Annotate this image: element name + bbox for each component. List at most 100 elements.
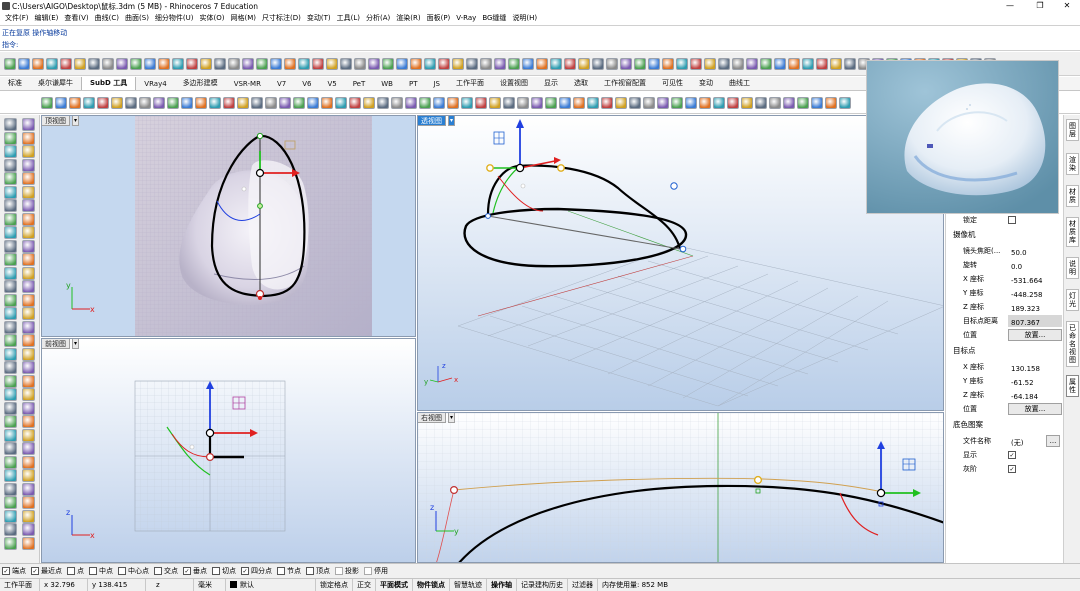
- standard-tool-icon[interactable]: [578, 57, 590, 70]
- standard-tool-icon[interactable]: [788, 57, 800, 70]
- left-tool-icon[interactable]: [22, 145, 35, 158]
- grayscale-checkbox[interactable]: ✓: [1008, 465, 1016, 473]
- left-tool-icon[interactable]: [4, 199, 17, 212]
- tab-v6[interactable]: V6: [294, 79, 319, 90]
- standard-tool-icon[interactable]: [746, 57, 758, 70]
- standard-tool-icon[interactable]: [18, 57, 30, 70]
- side-tab-materials[interactable]: 材质: [1066, 185, 1079, 207]
- standard-tool-icon[interactable]: [466, 57, 478, 70]
- left-tool-icon[interactable]: [22, 239, 35, 253]
- subd-tool-icon[interactable]: [755, 96, 767, 109]
- left-tool-icon[interactable]: [4, 266, 17, 280]
- tgt-x-field[interactable]: 130.158: [1008, 361, 1062, 373]
- osnap-point[interactable]: 点: [67, 566, 84, 576]
- subd-tool-icon[interactable]: [839, 96, 851, 109]
- standard-tool-icon[interactable]: [214, 57, 226, 70]
- osnap-knot[interactable]: 节点: [277, 566, 301, 576]
- left-tool-icon[interactable]: [22, 280, 35, 293]
- show-checkbox[interactable]: ✓: [1008, 451, 1016, 459]
- standard-tool-icon[interactable]: [606, 57, 618, 70]
- cam-y-field[interactable]: -448.258: [1008, 287, 1062, 299]
- subd-tool-icon[interactable]: [741, 96, 753, 109]
- standard-tool-icon[interactable]: [774, 57, 786, 70]
- menu-transform[interactable]: 变动(T): [304, 13, 334, 23]
- standard-tool-icon[interactable]: [508, 57, 520, 70]
- standard-tool-icon[interactable]: [74, 57, 86, 70]
- osnap-quadrant-checkbox[interactable]: ✓: [241, 567, 249, 575]
- tab-set-view[interactable]: 设置视图: [492, 77, 536, 90]
- subd-tool-icon[interactable]: [251, 96, 263, 109]
- tab-subd-tools[interactable]: SubD 工具: [81, 77, 137, 90]
- standard-tool-icon[interactable]: [368, 57, 380, 70]
- subd-tool-icon[interactable]: [643, 96, 655, 109]
- control-point[interactable]: [255, 168, 265, 178]
- osnap-knot-checkbox[interactable]: [277, 567, 285, 575]
- left-tool-icon[interactable]: [4, 374, 17, 388]
- left-tool-icon[interactable]: [4, 226, 17, 239]
- standard-tool-icon[interactable]: [312, 57, 324, 70]
- standard-tool-icon[interactable]: [550, 57, 562, 70]
- tab-pet[interactable]: PeT: [345, 79, 374, 90]
- standard-tool-icon[interactable]: [284, 57, 296, 70]
- status-filter[interactable]: 过滤器: [568, 578, 598, 591]
- osnap-quadrant[interactable]: ✓ 四分点: [241, 566, 272, 576]
- standard-tool-icon[interactable]: [676, 57, 688, 70]
- subd-tool-icon[interactable]: [475, 96, 487, 109]
- left-tool-icon[interactable]: [22, 185, 35, 199]
- standard-tool-icon[interactable]: [270, 57, 282, 70]
- osnap-tangent-checkbox[interactable]: [212, 567, 220, 575]
- left-tool-icon[interactable]: [22, 428, 35, 442]
- right-control-point[interactable]: [876, 488, 886, 498]
- osnap-disable-checkbox[interactable]: [364, 567, 372, 575]
- subd-tool-icon[interactable]: [671, 96, 683, 109]
- osnap-midpoint-checkbox[interactable]: [89, 567, 97, 575]
- status-record-history[interactable]: 记录建构历史: [517, 578, 568, 591]
- left-tool-icon[interactable]: [22, 253, 35, 266]
- standard-tool-icon[interactable]: [4, 57, 16, 70]
- subd-tool-icon[interactable]: [545, 96, 557, 109]
- left-tool-icon[interactable]: [22, 320, 35, 334]
- cam-z-field[interactable]: 189.323: [1008, 301, 1062, 313]
- viewport-front-menu[interactable]: ▾: [72, 339, 79, 349]
- left-tool-icon[interactable]: [4, 361, 17, 374]
- left-tool-icon[interactable]: [22, 374, 35, 388]
- side-tab-rendering[interactable]: 渲染: [1066, 153, 1079, 175]
- standard-tool-icon[interactable]: [536, 57, 548, 70]
- tab-cplanes[interactable]: 工作平面: [448, 77, 492, 90]
- subd-tool-icon[interactable]: [335, 96, 347, 109]
- osnap-intersection-checkbox[interactable]: [154, 567, 162, 575]
- left-tool-icon[interactable]: [4, 131, 17, 145]
- standard-tool-icon[interactable]: [144, 57, 156, 70]
- standard-tool-icon[interactable]: [46, 57, 58, 70]
- osnap-vertex[interactable]: 顶点: [306, 566, 330, 576]
- standard-tool-icon[interactable]: [116, 57, 128, 70]
- subd-tool-icon[interactable]: [321, 96, 333, 109]
- standard-tool-icon[interactable]: [242, 57, 254, 70]
- left-tool-icon[interactable]: [4, 280, 17, 293]
- standard-tool-icon[interactable]: [200, 57, 212, 70]
- left-tool-icon[interactable]: [22, 131, 35, 145]
- osnap-center-checkbox[interactable]: [118, 567, 126, 575]
- osnap-midpoint[interactable]: 中点: [89, 566, 113, 576]
- tab-wb[interactable]: WB: [373, 79, 401, 90]
- tab-curve-tools[interactable]: 曲线工: [721, 77, 758, 90]
- menu-bg[interactable]: BG缝缝: [479, 13, 509, 23]
- viewport-top-label[interactable]: 顶视图: [42, 116, 70, 126]
- subd-tool-icon[interactable]: [83, 96, 95, 109]
- left-tool-icon[interactable]: [22, 401, 35, 415]
- left-tool-icon[interactable]: [22, 536, 35, 550]
- subd-tool-icon[interactable]: [377, 96, 389, 109]
- command-prompt[interactable]: 指令:: [2, 40, 18, 50]
- tgt-z-field[interactable]: -64.184: [1008, 389, 1062, 401]
- subd-tool-icon[interactable]: [293, 96, 305, 109]
- left-tool-icon[interactable]: [4, 320, 17, 334]
- left-tool-icon[interactable]: [22, 172, 35, 185]
- tab-standard[interactable]: 标准: [0, 77, 30, 90]
- subd-tool-icon[interactable]: [363, 96, 375, 109]
- menu-panels[interactable]: 面板(P): [424, 13, 454, 23]
- standard-tool-icon[interactable]: [228, 57, 240, 70]
- viewport-perspective-label[interactable]: 透视图: [418, 116, 446, 126]
- standard-tool-icon[interactable]: [354, 57, 366, 70]
- subd-tool-icon[interactable]: [195, 96, 207, 109]
- standard-tool-icon[interactable]: [256, 57, 268, 70]
